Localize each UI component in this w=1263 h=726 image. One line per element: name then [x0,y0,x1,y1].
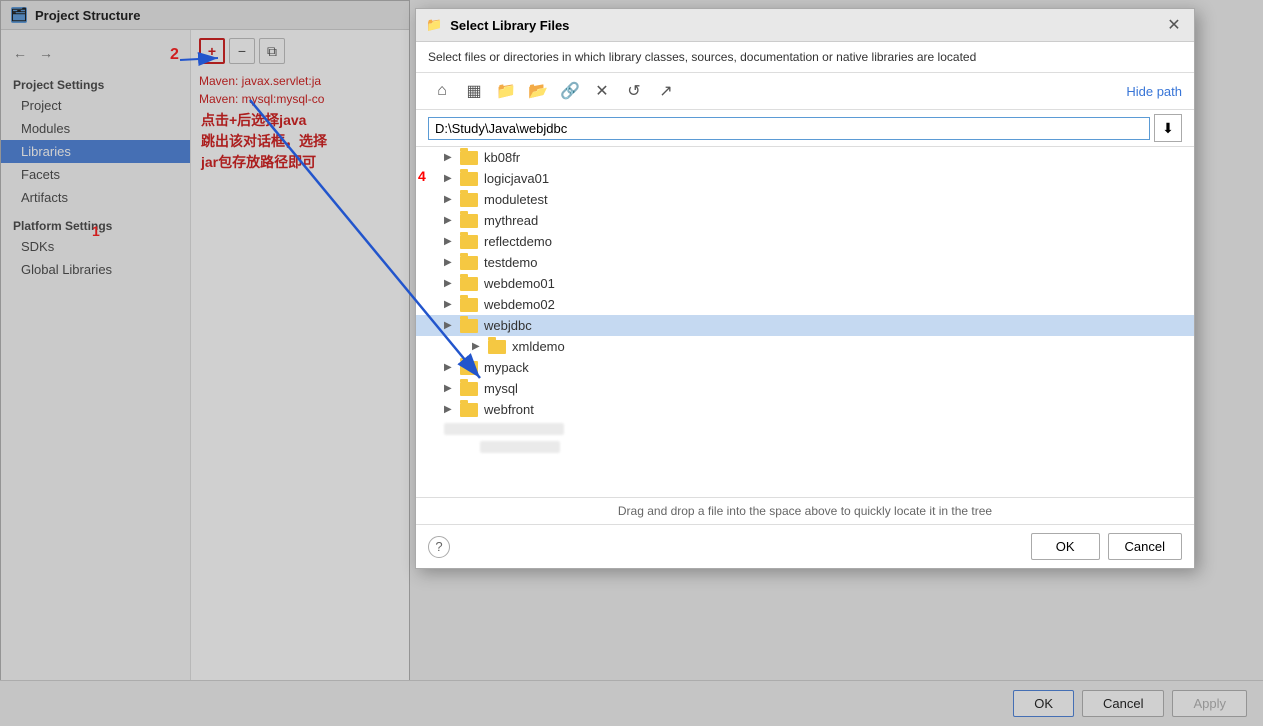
expand-arrow-icon: ▶ [444,215,460,226]
dialog-title: Select Library Files [450,18,569,33]
expand-arrow-icon: ▶ [444,257,460,268]
expand-arrow-icon: ▶ [444,152,460,163]
expand-arrow-icon: ▶ [472,341,488,352]
dialog-footer: ? OK Cancel [416,524,1194,568]
folder-icon [460,235,478,249]
folder-icon [460,298,478,312]
folder-icon [488,340,506,354]
folder-icon [460,382,478,396]
expand-arrow-icon: ▶ [444,194,460,205]
list-item[interactable]: ▶ mythread [416,210,1194,231]
path-input[interactable] [428,117,1150,140]
expand-folder-button[interactable]: 📂 [524,77,552,105]
list-item[interactable]: ▶ webdemo02 [416,294,1194,315]
folder-icon [460,172,478,186]
folder-icon [460,277,478,291]
help-button[interactable]: ? [428,536,450,558]
list-item[interactable] [416,438,1194,456]
list-item[interactable]: ▶ testdemo [416,252,1194,273]
list-item-webjdbc[interactable]: ▶ webjdbc [416,315,1194,336]
expand-arrow-icon: ▶ [444,236,460,247]
folder-icon [460,256,478,270]
expand-arrow-icon: ▶ [444,299,460,310]
expand-arrow-icon: ▶ [444,320,460,331]
view-button[interactable]: ▦ [460,77,488,105]
external-button[interactable]: ↗ [652,77,680,105]
dialog-close-button[interactable]: ✕ [1164,15,1184,35]
home-button[interactable]: ⌂ [428,77,456,105]
step4-annotation: 4 [418,168,426,184]
list-item[interactable] [416,420,1194,438]
expand-arrow-icon: ▶ [444,404,460,415]
dialog-footer-buttons: OK Cancel [1031,533,1182,560]
list-item[interactable]: ▶ kb08fr [416,147,1194,168]
list-item[interactable]: ▶ xmldemo [416,336,1194,357]
select-library-dialog: 📁 Select Library Files ✕ Select files or… [415,8,1195,569]
drop-hint: Drag and drop a file into the space abov… [416,497,1194,524]
expand-arrow-icon: ▶ [444,362,460,373]
new-folder-button[interactable]: 📁 [492,77,520,105]
list-item[interactable]: ▶ logicjava01 [416,168,1194,189]
expand-arrow-icon: ▶ [444,383,460,394]
folder-icon [460,403,478,417]
folder-icon [460,361,478,375]
dialog-cancel-button[interactable]: Cancel [1108,533,1182,560]
folder-icon [460,214,478,228]
folder-icon [460,319,478,333]
list-item[interactable]: ▶ webfront [416,399,1194,420]
refresh-button[interactable]: ↺ [620,77,648,105]
dialog-title-area: 📁 Select Library Files [426,17,569,33]
hide-path-button[interactable]: Hide path [1126,84,1182,99]
folder-icon [460,193,478,207]
path-row: ⬇ [416,110,1194,147]
list-item[interactable]: ▶ mysql [416,378,1194,399]
folder-link-button[interactable]: 🔗 [556,77,584,105]
dialog-ok-button[interactable]: OK [1031,533,1100,560]
file-tree: ▶ kb08fr ▶ logicjava01 ▶ moduletest ▶ my… [416,147,1194,497]
list-item[interactable]: ▶ reflectdemo [416,231,1194,252]
expand-arrow-icon: ▶ [444,173,460,184]
list-item[interactable]: ▶ webdemo01 [416,273,1194,294]
expand-arrow-icon: ▶ [444,278,460,289]
dialog-titlebar: 📁 Select Library Files ✕ [416,9,1194,42]
dialog-toolbar: ⌂ ▦ 📁 📂 🔗 ✕ ↺ ↗ Hide path [416,73,1194,110]
dialog-description: Select files or directories in which lib… [416,42,1194,73]
path-download-button[interactable]: ⬇ [1154,114,1182,142]
remove-button[interactable]: ✕ [588,77,616,105]
list-item[interactable]: ▶ mypack [416,357,1194,378]
dialog-title-icon: 📁 [426,17,442,33]
folder-icon [460,151,478,165]
list-item[interactable]: ▶ moduletest [416,189,1194,210]
